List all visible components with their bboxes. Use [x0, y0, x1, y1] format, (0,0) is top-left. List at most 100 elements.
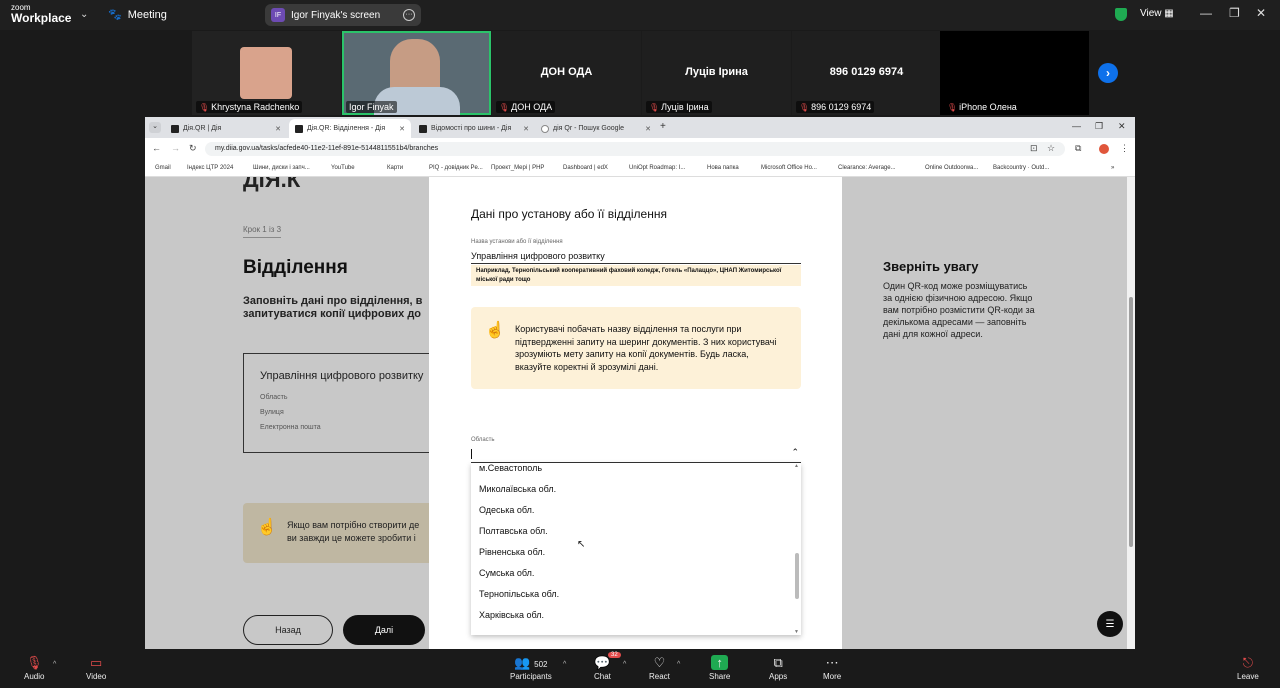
- video-button[interactable]: ▭ Video: [86, 655, 106, 681]
- bookmark-item[interactable]: Проект_Мері | PHP: [491, 165, 544, 171]
- next-button[interactable]: Далі: [343, 615, 425, 645]
- avatar: IF: [271, 8, 285, 22]
- participant-tile[interactable]: 896 0129 6974 🎙 896 0129 6974: [792, 31, 941, 115]
- bookmark-item[interactable]: Clearance: Average...: [838, 165, 896, 171]
- url-field[interactable]: my.diia.gov.ua/tasks/acfede40-11e2-11ef-…: [205, 142, 1065, 156]
- shared-browser-window: ⌄ Дія.QR | Дія ✕ Дія.QR: Відділення - Дія…: [145, 117, 1135, 649]
- participants-icon: 👥 502: [514, 655, 548, 670]
- restore-icon[interactable]: ❐: [1095, 121, 1103, 132]
- bookmarks-overflow-icon[interactable]: »: [1111, 165, 1114, 171]
- chat-button[interactable]: 💬 Chat 32: [594, 652, 621, 681]
- chevron-up-icon[interactable]: ^: [677, 661, 680, 668]
- minimize-icon[interactable]: —: [1072, 121, 1081, 131]
- star-icon[interactable]: ☆: [1047, 143, 1055, 154]
- browser-tab-active[interactable]: Дія.QR: Відділення - Дія ✕: [289, 119, 411, 138]
- more-button[interactable]: ⋯ More: [823, 655, 841, 681]
- view-button[interactable]: View ▦: [1140, 8, 1174, 19]
- dropdown-option[interactable]: Миколаївська обл.: [479, 484, 556, 494]
- bookmark-item[interactable]: Gmail: [155, 165, 171, 171]
- bookmark-item[interactable]: UniOpt Roadmap: І...: [629, 165, 685, 171]
- meeting-menu[interactable]: 🐾 Meeting: [108, 8, 167, 22]
- close-icon[interactable]: ✕: [275, 125, 281, 133]
- back-button[interactable]: Назад: [243, 615, 333, 645]
- install-icon[interactable]: ⊡: [1030, 143, 1038, 154]
- mic-muted-icon: 🎙: [947, 102, 958, 112]
- leave-button[interactable]: ⎋ Leave: [1237, 655, 1259, 681]
- chevron-up-icon[interactable]: ^: [623, 661, 626, 668]
- bookmark-item[interactable]: Backcountry · Outd...: [993, 165, 1049, 171]
- shield-icon[interactable]: [1115, 8, 1127, 21]
- close-icon[interactable]: ✕: [1256, 6, 1266, 20]
- bookmark-item[interactable]: Шини, диски і запч...: [253, 165, 310, 171]
- chevron-up-icon[interactable]: ⌃: [791, 447, 799, 458]
- participant-tile[interactable]: Луців Ірина 🎙 Луців Ірина: [642, 31, 791, 115]
- chevron-down-icon[interactable]: ⌄: [80, 9, 88, 20]
- attention-text: Один QR-код може розміщуватись за однією…: [883, 281, 1035, 339]
- apps-button[interactable]: ⧉ Apps: [769, 655, 787, 681]
- close-icon[interactable]: ✕: [399, 125, 405, 133]
- dropdown-option[interactable]: Харківська обл.: [479, 610, 544, 620]
- close-icon[interactable]: ✕: [1118, 121, 1126, 132]
- bookmark-item[interactable]: Online Outdoorwa...: [925, 165, 978, 171]
- dropdown-scrollbar[interactable]: ▲ ▼: [793, 463, 801, 635]
- close-icon[interactable]: ✕: [523, 125, 529, 133]
- bookmark-item[interactable]: Нова папка: [707, 165, 739, 171]
- bookmark-item[interactable]: Індекс ЦТР 2024: [187, 165, 233, 171]
- bookmark-item[interactable]: Dashboard | edX: [563, 165, 608, 171]
- hand-pointing-icon: ☝: [485, 322, 505, 339]
- browser-tab[interactable]: Дія.QR | Дія ✕: [165, 119, 287, 138]
- chevron-up-icon[interactable]: ^: [563, 661, 566, 668]
- participant-tile[interactable]: ДОН ОДА 🎙 ДОН ОДА: [492, 31, 641, 115]
- chevron-up-icon[interactable]: ^: [53, 661, 56, 668]
- back-arrow-icon[interactable]: ←: [152, 143, 161, 153]
- kebab-menu-icon[interactable]: ⋮: [1120, 143, 1129, 154]
- profile-avatar[interactable]: [1099, 144, 1109, 154]
- region-select[interactable]: ⌃: [471, 447, 801, 463]
- tab-search-icon[interactable]: ⌄: [149, 122, 161, 133]
- dropdown-option[interactable]: Тернопільська обл.: [479, 589, 559, 599]
- more-icon[interactable]: ···: [403, 9, 415, 21]
- dropdown-option[interactable]: Сумська обл.: [479, 568, 534, 578]
- page-description: Заповніть дані про відділення, в запитува…: [243, 295, 423, 320]
- mouse-cursor-icon: ↖: [577, 539, 586, 550]
- mic-muted-icon: 🎙: [649, 102, 660, 112]
- audio-button[interactable]: 🎙 Audio: [24, 655, 44, 681]
- dropdown-option[interactable]: м.Севастополь: [479, 463, 542, 473]
- field-label: Назва установи або її відділення: [471, 239, 563, 245]
- next-page-icon[interactable]: ›: [1098, 63, 1118, 83]
- participant-tile[interactable]: 🎙 iPhone Олена: [940, 31, 1089, 115]
- page-scrollbar[interactable]: [1127, 177, 1135, 649]
- react-button[interactable]: ♡ React: [649, 655, 670, 681]
- reload-icon[interactable]: ↻: [189, 143, 197, 154]
- paw-icon: 🐾: [108, 9, 122, 21]
- extensions-icon[interactable]: ⧉: [1075, 143, 1081, 154]
- info-note: ☝ Користувачі побачать назву відділення …: [471, 307, 801, 389]
- example-hint: Наприклад, Тернопільський кооперативний …: [471, 265, 801, 286]
- region-dropdown-list[interactable]: м.Севастополь Миколаївська обл. Одеська …: [471, 463, 801, 635]
- new-tab-icon[interactable]: +: [660, 121, 666, 132]
- close-icon[interactable]: ✕: [645, 125, 651, 133]
- participant-tile[interactable]: 🎙 Khrystyna Radchenko: [192, 31, 341, 115]
- institution-name-input[interactable]: Управління цифрового розвитку: [471, 251, 801, 264]
- browser-tab[interactable]: дія Qr - Пошук Google ✕: [535, 119, 657, 138]
- restore-icon[interactable]: ❐: [1229, 6, 1240, 20]
- zoom-logo: zoom Workplace: [11, 3, 72, 25]
- bookmark-item[interactable]: Карти: [387, 165, 403, 171]
- dropdown-option[interactable]: Полтавська обл.: [479, 526, 548, 536]
- dropdown-option[interactable]: Одеська обл.: [479, 505, 534, 515]
- browser-tab[interactable]: Відомості про шини - Дія ✕: [413, 119, 535, 138]
- bookmark-item[interactable]: PIQ - довідник Pe...: [429, 165, 483, 171]
- mic-muted-icon: 🎙: [499, 102, 510, 112]
- share-button[interactable]: ↑ Share: [709, 655, 730, 681]
- dropdown-option[interactable]: Рівненська обл.: [479, 547, 545, 557]
- chat-icon[interactable]: ☰: [1097, 611, 1123, 637]
- bookmark-item[interactable]: YouTube: [331, 165, 355, 171]
- bookmark-item[interactable]: Microsoft Office Ho...: [761, 165, 817, 171]
- forward-arrow-icon[interactable]: →: [171, 143, 180, 153]
- screen-share-indicator[interactable]: IF Igor Finyak's screen ···: [265, 4, 421, 26]
- participant-tile-active-speaker[interactable]: Igor Finyak: [342, 31, 491, 115]
- branch-card[interactable]: Управління цифрового розвитку Область Ву…: [243, 353, 433, 453]
- minimize-icon[interactable]: —: [1200, 6, 1212, 20]
- participants-button[interactable]: 👥 502 Participants: [510, 655, 552, 681]
- leave-icon: ⎋: [1242, 655, 1254, 670]
